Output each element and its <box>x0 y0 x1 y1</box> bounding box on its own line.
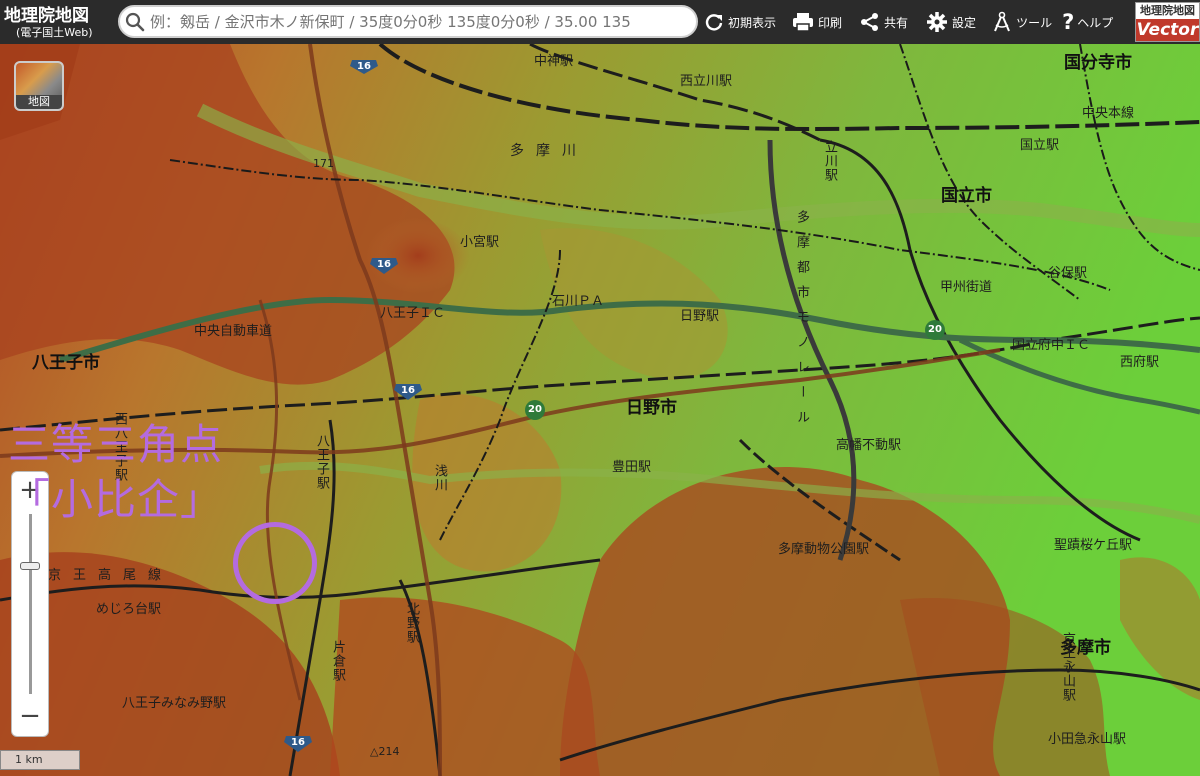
help-label: ヘルプ <box>1077 15 1114 30</box>
app-title: 地理院地図 <box>4 5 89 26</box>
route-shield-number: 16 <box>401 385 415 396</box>
map-app: 地理院地図 (電子国土Web) 初期表示 印刷 共有 <box>0 0 1200 776</box>
route-shield-16: 16 <box>353 59 375 77</box>
settings-label: 設定 <box>952 15 977 30</box>
station-label-yaho: 谷保駅 <box>1048 266 1088 281</box>
city-label-kokubunji: 国分寺市 <box>1064 53 1132 73</box>
station-label-keionagayama: 京王永山駅 <box>1060 632 1075 702</box>
vector-logo-text: Vector <box>1136 19 1199 41</box>
zoom-slider-handle[interactable] <box>20 562 40 570</box>
route-shield-20: 20 <box>924 322 946 340</box>
station-label-nakagami: 中神駅 <box>534 54 574 69</box>
gear-icon <box>927 12 948 32</box>
tools-label: ツール <box>1016 15 1053 30</box>
station-label-minaminohachioji: 八王子みなみ野駅 <box>122 696 227 711</box>
station-label-odakyunagayama: 小田急永山駅 <box>1048 732 1127 747</box>
road-label-ishikawa-pa: 石川ＰＡ <box>552 294 605 309</box>
city-label-hino: 日野市 <box>626 398 677 418</box>
toolbar: 初期表示 印刷 共有 設定 ツール ? ヘルプ <box>700 0 1117 44</box>
relief-map <box>0 44 1200 776</box>
station-label-toyoda: 豊田駅 <box>612 460 652 475</box>
road-label-hachioji-ic: 八王子ＩＣ <box>380 306 446 321</box>
route-shield-16: 16 <box>287 735 309 753</box>
station-label-hachioji: 八王子駅 <box>314 434 329 490</box>
station-label-komiya: 小宮駅 <box>460 235 500 250</box>
road-label-keio-takao-line: 京王高尾線 <box>48 568 174 583</box>
layer-switch-button[interactable]: 地図 <box>14 61 64 111</box>
zoom-out-button[interactable]: − <box>12 700 48 734</box>
print-label: 印刷 <box>818 15 843 30</box>
share-label: 共有 <box>884 15 909 30</box>
station-label-nishifu: 西府駅 <box>1120 355 1160 370</box>
header-bar: 地理院地図 (電子国土Web) 初期表示 印刷 共有 <box>0 0 1200 44</box>
route-shield-number: 16 <box>357 61 371 72</box>
station-label-seisekisakuragaoka: 聖蹟桜ケ丘駅 <box>1054 538 1133 553</box>
road-label-chuo-expressway: 中央自動車道 <box>194 324 273 339</box>
station-label-takahatafudo: 高幡不動駅 <box>836 438 902 453</box>
search-icon[interactable] <box>120 7 150 36</box>
map-canvas[interactable]: 国分寺市 国立市 八王子市 日野市 多摩市 多摩川 浅川 中神駅 西立川駅 国立… <box>0 44 1200 776</box>
refresh-icon <box>705 14 723 31</box>
route-shield-number: 20 <box>528 404 542 415</box>
search-input[interactable] <box>150 12 690 31</box>
print-button[interactable]: 印刷 <box>788 0 846 44</box>
layer-thumbnail <box>16 63 62 95</box>
initial-view-label: 初期表示 <box>728 15 777 30</box>
river-label-asakawa: 浅川 <box>432 464 447 492</box>
search-box[interactable] <box>118 5 698 38</box>
vector-logo-title: 地理院地図 <box>1140 4 1195 17</box>
share-icon <box>861 13 879 31</box>
compass-icon <box>994 11 1010 32</box>
station-label-mejirodai: めじろ台駅 <box>96 602 162 617</box>
tools-button[interactable]: ツール <box>988 0 1056 44</box>
zoom-slider-track[interactable] <box>29 514 32 694</box>
initial-view-button[interactable]: 初期表示 <box>700 0 780 44</box>
river-label-tamagawa: 多摩川 <box>510 143 588 159</box>
route-shield-20: 20 <box>524 402 546 420</box>
route-label-171: 171 <box>313 157 334 170</box>
station-label-kitano: 北野駅 <box>404 602 419 644</box>
layer-button-label: 地図 <box>16 95 62 109</box>
road-label-kunitachifuchu-ic: 国立府中ＩＣ <box>1012 338 1091 353</box>
vector-map-link[interactable]: 地理院地図 Vector <box>1135 2 1200 42</box>
annotation-circle <box>233 522 317 604</box>
print-icon <box>793 13 814 32</box>
station-label-katakura: 片倉駅 <box>330 640 345 682</box>
station-label-tachikawa: 立川駅 <box>822 140 837 182</box>
station-label-kunitachi: 国立駅 <box>1020 138 1060 153</box>
app-logo[interactable]: 地理院地図 (電子国土Web) <box>0 0 112 44</box>
road-label-tama-monorail: 多摩都市モノレール <box>794 210 809 435</box>
road-label-chuo-line: 中央本線 <box>1082 106 1135 121</box>
spot-height-label: △214 <box>370 745 400 758</box>
scale-bar: 1 km <box>0 750 80 770</box>
share-button[interactable]: 共有 <box>856 0 912 44</box>
annotation-title: 三等三角点 <box>8 420 224 469</box>
route-shield-number: 20 <box>928 324 942 335</box>
help-button[interactable]: ? ヘルプ <box>1058 0 1117 44</box>
route-shield-number: 16 <box>377 259 391 270</box>
route-shield-number: 16 <box>291 737 305 748</box>
help-icon: ? <box>1062 10 1075 34</box>
city-label-kunitachi: 国立市 <box>941 186 992 206</box>
app-subtitle: (電子国土Web) <box>16 25 93 39</box>
settings-button[interactable]: 設定 <box>922 0 980 44</box>
station-label-hino: 日野駅 <box>680 309 720 324</box>
city-label-hachioji: 八王子市 <box>32 353 100 373</box>
route-shield-16: 16 <box>373 257 395 275</box>
annotation-subtitle: 「小比企」 <box>8 475 224 524</box>
station-label-tamadobutsukoen: 多摩動物公園駅 <box>778 542 870 557</box>
route-shield-16: 16 <box>397 383 419 401</box>
road-label-koshu-kaido: 甲州街道 <box>940 280 993 295</box>
station-label-nishitachikawa: 西立川駅 <box>680 74 733 89</box>
